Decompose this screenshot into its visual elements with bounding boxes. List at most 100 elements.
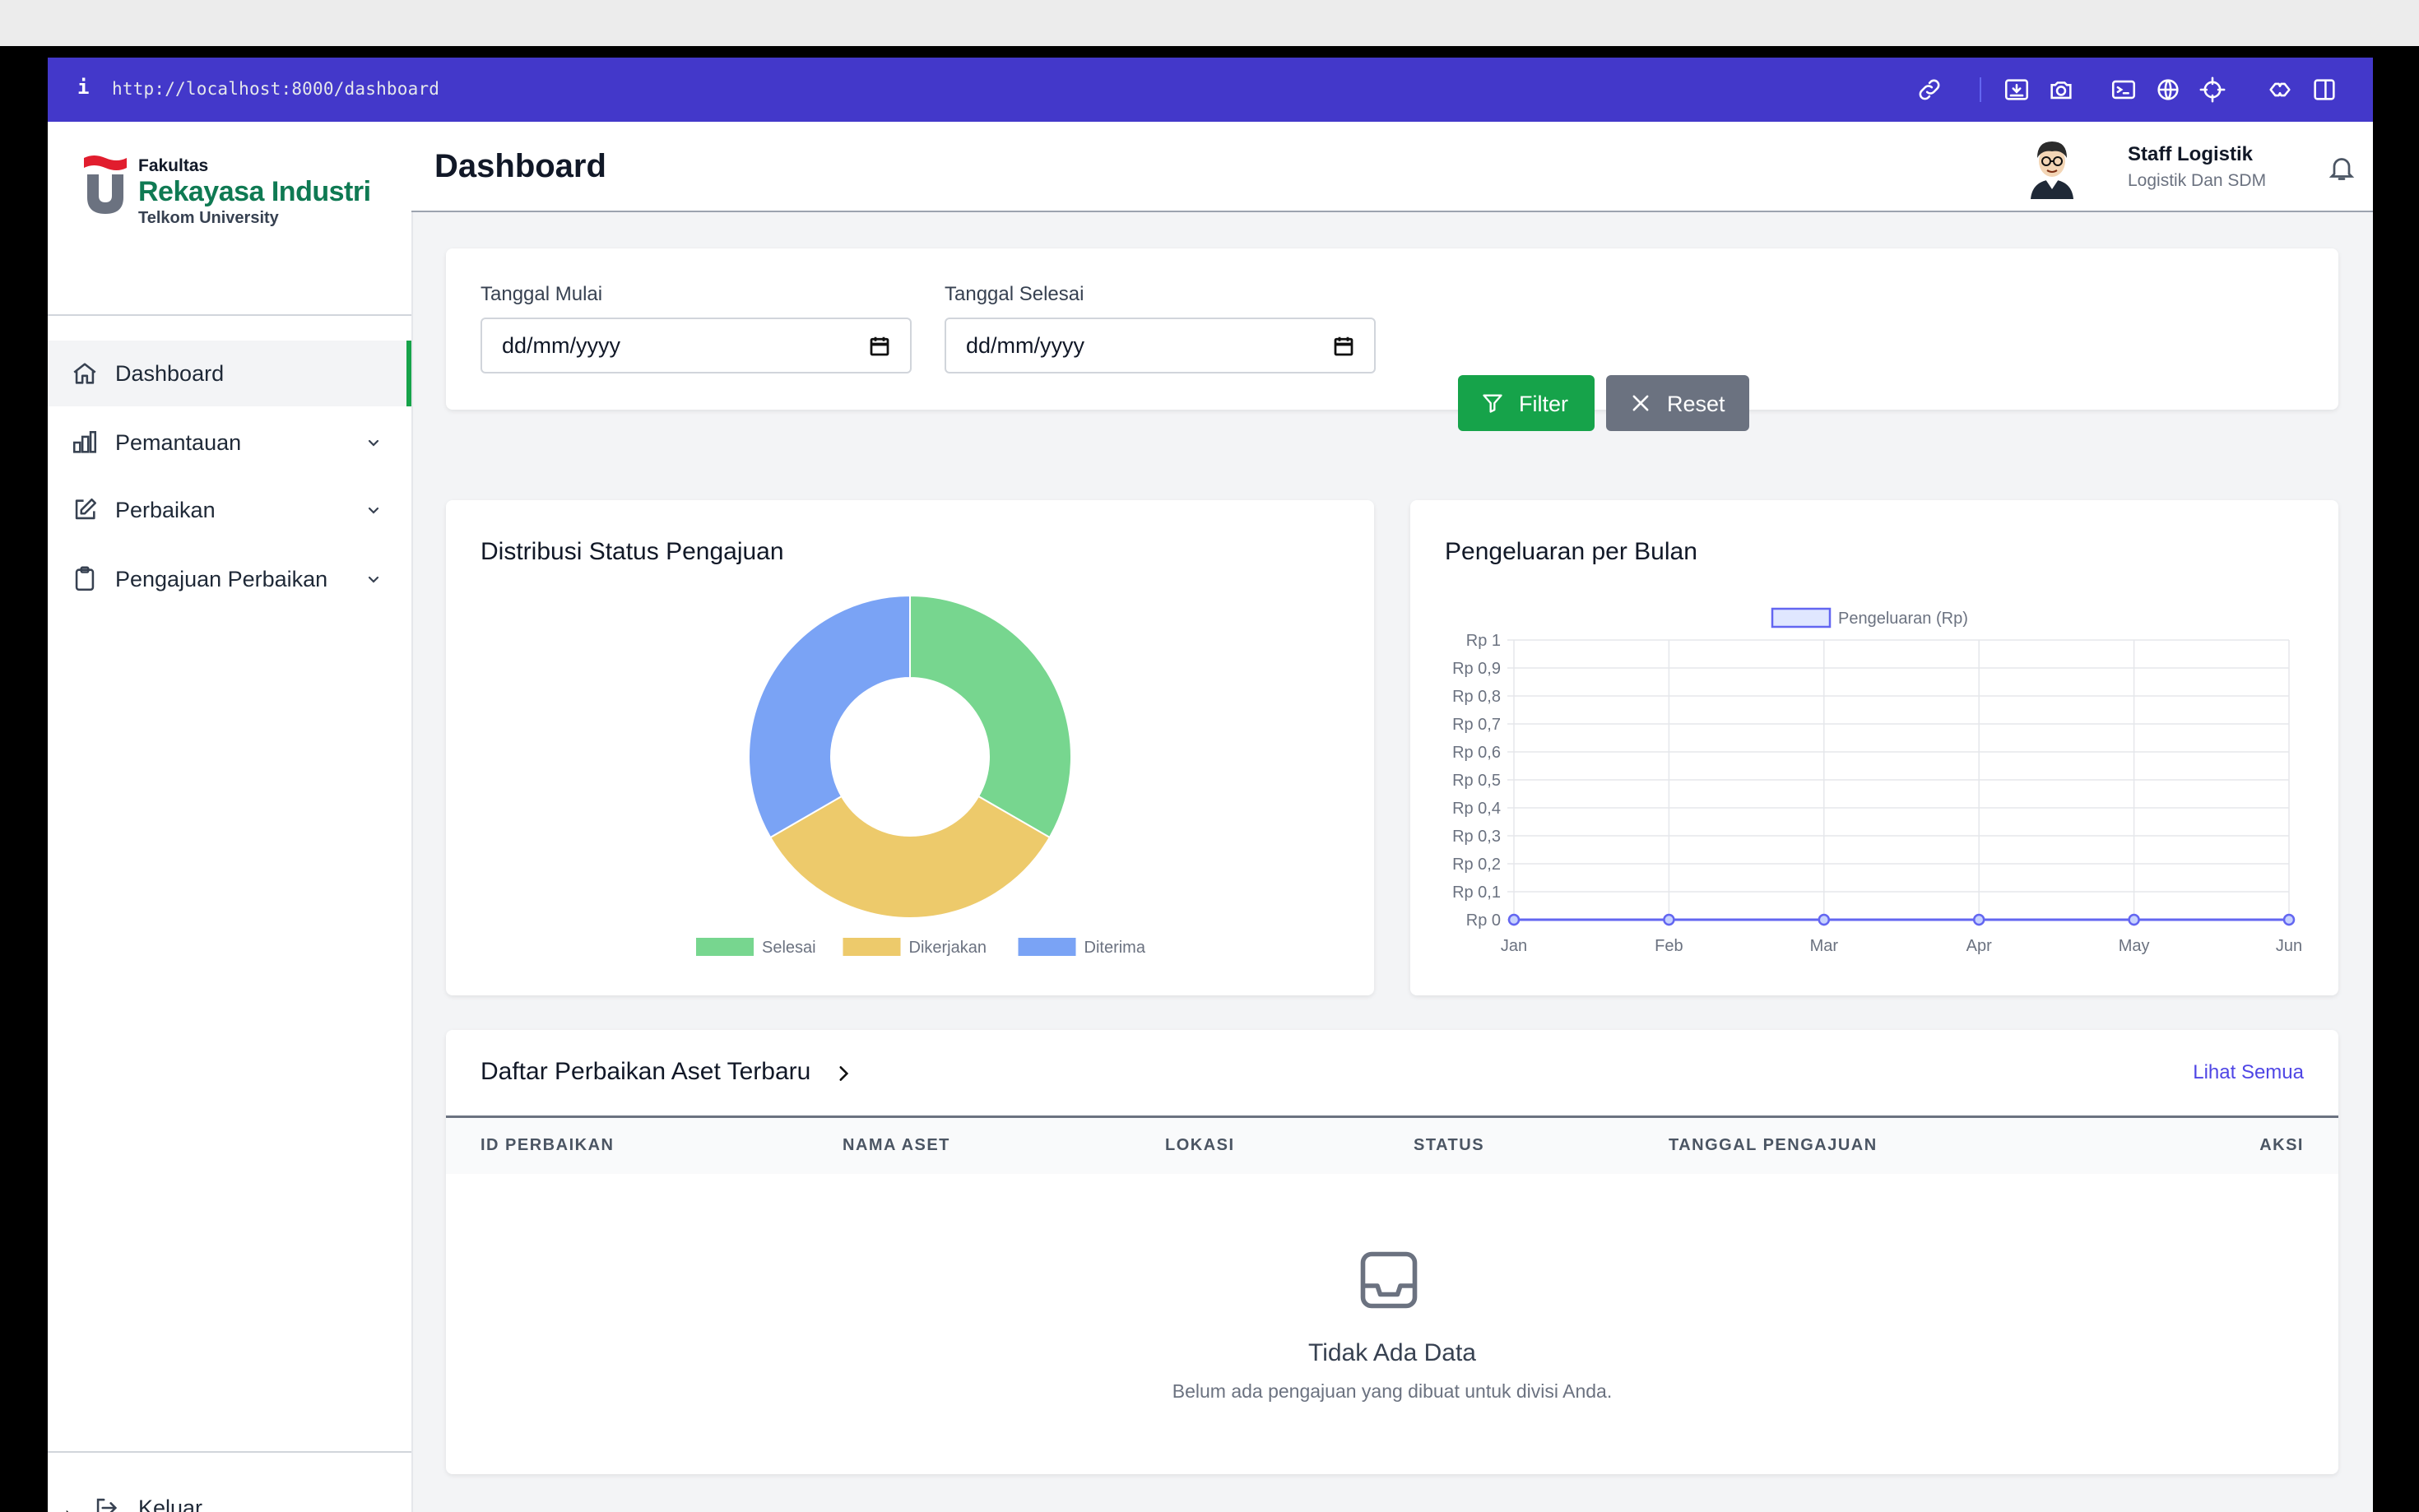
- chevron-down-icon[interactable]: [364, 569, 383, 589]
- legend-swatch[interactable]: [696, 938, 754, 956]
- calendar-icon[interactable]: [867, 334, 892, 359]
- column-header: TANGGAL PENGAJUAN: [1669, 1136, 1878, 1154]
- browser-bar: i http://localhost:8000/dashboard: [48, 58, 2373, 122]
- crosshair-icon[interactable]: [2198, 76, 2226, 104]
- link-icon[interactable]: [1915, 76, 1943, 104]
- column-header: AKSI: [2259, 1136, 2304, 1154]
- sidebar-item-label: Pengajuan Perbaikan: [115, 566, 328, 591]
- info-icon[interactable]: i: [77, 76, 89, 99]
- y-tick-label: Rp 0,2: [1452, 856, 1501, 874]
- sidebar-item-label: Perbaikan: [115, 497, 216, 522]
- y-tick-label: Rp 1: [1466, 632, 1501, 650]
- data-point[interactable]: [1972, 913, 1985, 926]
- line-chart: Rp 0 Rp 0,1 Rp 0,2 Rp 0,3 Rp 0,4 Rp 0,5 Rp 0,6…: [1452, 607, 2302, 955]
- x-tick-label: May: [2119, 937, 2150, 955]
- sidebar-item-label: Pemantauan: [115, 429, 242, 455]
- table-title[interactable]: Daftar Perbaikan Aset Terbaru: [481, 1058, 810, 1086]
- x-tick-label: Jun: [2276, 937, 2302, 955]
- sidebar-item-perbaikan[interactable]: Perbaikan: [48, 477, 411, 543]
- data-point[interactable]: [2282, 913, 2296, 926]
- y-tick-label: Rp 0,1: [1452, 884, 1501, 902]
- donut-slice-diterima[interactable]: [748, 594, 911, 839]
- brand-line-1: Fakultas: [138, 156, 209, 175]
- brand-line-3: Telkom University: [138, 209, 279, 227]
- start-date-input[interactable]: [500, 332, 816, 359]
- sidebar-item-pengajuan-perbaikan[interactable]: Pengajuan Perbaikan: [48, 546, 411, 612]
- data-point[interactable]: [1818, 913, 1831, 926]
- logout-label: Keluar: [138, 1496, 203, 1512]
- globe-icon[interactable]: [2154, 76, 2182, 104]
- camera-icon[interactable]: [2047, 76, 2075, 104]
- avatar[interactable]: [2024, 135, 2080, 199]
- logout-button[interactable]: Keluar: [48, 1481, 411, 1512]
- legend-label[interactable]: Pengeluaran (Rp): [1838, 610, 1968, 628]
- chevron-right-icon[interactable]: [833, 1063, 854, 1084]
- y-tick-label: Rp 0,8: [1452, 688, 1501, 706]
- end-date-field[interactable]: [945, 318, 1376, 373]
- sidebar-divider: [48, 314, 411, 316]
- legend-label[interactable]: Selesai: [762, 939, 816, 957]
- legend-swatch[interactable]: [1771, 607, 1832, 628]
- recent-repairs-card: Daftar Perbaikan Aset Terbaru Lihat Semu…: [446, 1030, 2338, 1474]
- filter-card: Tanggal Mulai Tanggal Selesai: [446, 248, 2338, 410]
- y-tick-label: Rp 0,3: [1452, 828, 1501, 846]
- notification-bell-icon[interactable]: [2327, 153, 2356, 183]
- filter-button[interactable]: Filter: [1458, 375, 1595, 431]
- inbox-icon: [1360, 1251, 1418, 1309]
- table-header: ID PERBAIKAN NAMA ASET LOKASI STATUS TAN…: [446, 1115, 2338, 1174]
- chevron-down-icon[interactable]: [364, 433, 383, 452]
- empty-state-title: Tidak Ada Data: [1307, 1339, 1476, 1366]
- edit-icon: [71, 496, 99, 524]
- data-point[interactable]: [1507, 913, 1521, 926]
- calendar-icon[interactable]: [1331, 334, 1356, 359]
- data-point[interactable]: [2128, 913, 2140, 926]
- user-role: Logistik Dan SDM: [2128, 171, 2267, 190]
- address-bar-url[interactable]: http://localhost:8000/dashboard: [112, 79, 439, 99]
- legend-swatch[interactable]: [843, 938, 901, 956]
- start-date-label: Tanggal Mulai: [481, 283, 603, 305]
- status-distribution-card: Distribusi Status Pengajuan Selesai Diker…: [446, 500, 1374, 995]
- empty-state-subtitle: Belum ada pengajuan yang dibuat untuk di…: [1172, 1380, 1613, 1402]
- legend-label[interactable]: Dikerjakan: [909, 939, 987, 957]
- home-icon: [71, 359, 99, 387]
- view-all-link[interactable]: Lihat Semua: [2193, 1061, 2304, 1084]
- reset-button[interactable]: Reset: [1606, 375, 1749, 431]
- data-point[interactable]: [1663, 913, 1675, 926]
- download-icon[interactable]: [2003, 76, 2031, 104]
- sidebar-item-pemantauan[interactable]: Pemantauan: [48, 410, 411, 475]
- donut-chart: Selesai Dikerjakan Diterima: [696, 594, 1146, 957]
- y-tick-label: Rp 0,6: [1452, 744, 1501, 762]
- split-view-icon[interactable]: [2310, 76, 2338, 104]
- user-name: Staff Logistik: [2128, 143, 2254, 165]
- donut-slice-dikerjakan[interactable]: [768, 795, 1052, 919]
- filter-button-label: Filter: [1519, 392, 1568, 416]
- column-header: ID PERBAIKAN: [481, 1136, 615, 1154]
- y-tick-label: Rp 0,7: [1452, 716, 1501, 734]
- toolbar-separator: [1980, 77, 1981, 102]
- donut-slice-selesai[interactable]: [909, 594, 1072, 839]
- legend-swatch[interactable]: [1018, 938, 1076, 956]
- y-tick-label: Rp 0,9: [1452, 660, 1501, 678]
- mouse-cursor-icon: [65, 1507, 71, 1512]
- x-tick-label: Mar: [1810, 937, 1839, 955]
- screen-right-edge: [2373, 46, 2419, 1512]
- sidebar-item-label: Dashboard: [115, 360, 225, 386]
- telkom-u-logo-icon: [84, 155, 127, 214]
- sidebar-item-dashboard[interactable]: Dashboard: [48, 341, 411, 406]
- end-date-input[interactable]: [964, 332, 1280, 359]
- brand-line-2: Rekayasa Industri: [138, 176, 371, 207]
- start-date-field[interactable]: [481, 318, 912, 373]
- chevron-down-icon[interactable]: [364, 500, 383, 520]
- x-tick-label: Jan: [1501, 937, 1527, 955]
- logout-icon: [96, 1498, 118, 1512]
- brand-logo[interactable]: Fakultas Rekayasa Industri Telkom Univer…: [82, 153, 411, 227]
- extension-icon[interactable]: [2266, 76, 2294, 104]
- x-tick-label: Apr: [1966, 937, 1992, 955]
- screen-top-strip: [0, 0, 2419, 46]
- funnel-icon: [1483, 394, 1502, 413]
- x-tick-label: Feb: [1655, 937, 1683, 955]
- y-tick-label: Rp 0,4: [1452, 800, 1501, 818]
- legend-label[interactable]: Diterima: [1084, 939, 1146, 957]
- terminal-icon[interactable]: [2110, 76, 2138, 104]
- app-window: i http://localhost:8000/dashboard Fakult…: [48, 58, 2373, 1512]
